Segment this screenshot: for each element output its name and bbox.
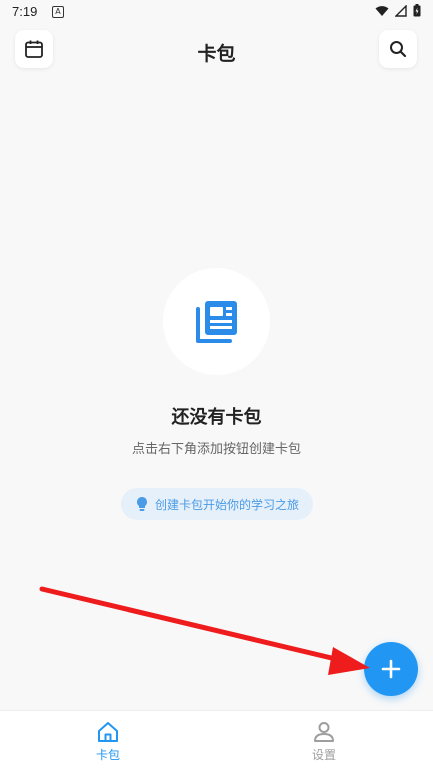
person-icon [314,721,334,742]
home-icon [98,721,118,742]
add-deck-button[interactable] [364,642,418,696]
hint-text: 创建卡包开始你的学习之旅 [154,497,299,512]
hint-chip: 创建卡包开始你的学习之旅 [121,488,313,520]
cards-stack-icon [195,300,237,343]
lightbulb-icon [136,497,147,511]
plus-icon [381,659,401,679]
notification-icon: A [52,6,64,18]
status-indicators [375,4,421,17]
nav-item-settings[interactable]: 设置 [216,711,432,772]
nav-item-decks[interactable]: 卡包 [0,711,216,772]
status-time: 7:19 [12,4,38,19]
bottom-navigation: 卡包 设置 [0,710,433,772]
battery-icon [413,4,421,17]
signal-icon [395,4,407,17]
empty-state-title: 还没有卡包 [171,407,262,428]
empty-state-subtitle: 点击右下角添加按钮创建卡包 [131,442,301,457]
wifi-icon [375,5,389,16]
nav-label-decks: 卡包 [95,747,120,762]
app-header: 卡包 [0,30,433,70]
status-bar: 7:19 A [0,0,433,24]
search-icon [390,41,407,58]
search-button[interactable] [379,30,417,68]
empty-state-illustration [163,268,270,375]
nav-label-settings: 设置 [311,747,336,762]
page-title: 卡包 [197,43,236,65]
